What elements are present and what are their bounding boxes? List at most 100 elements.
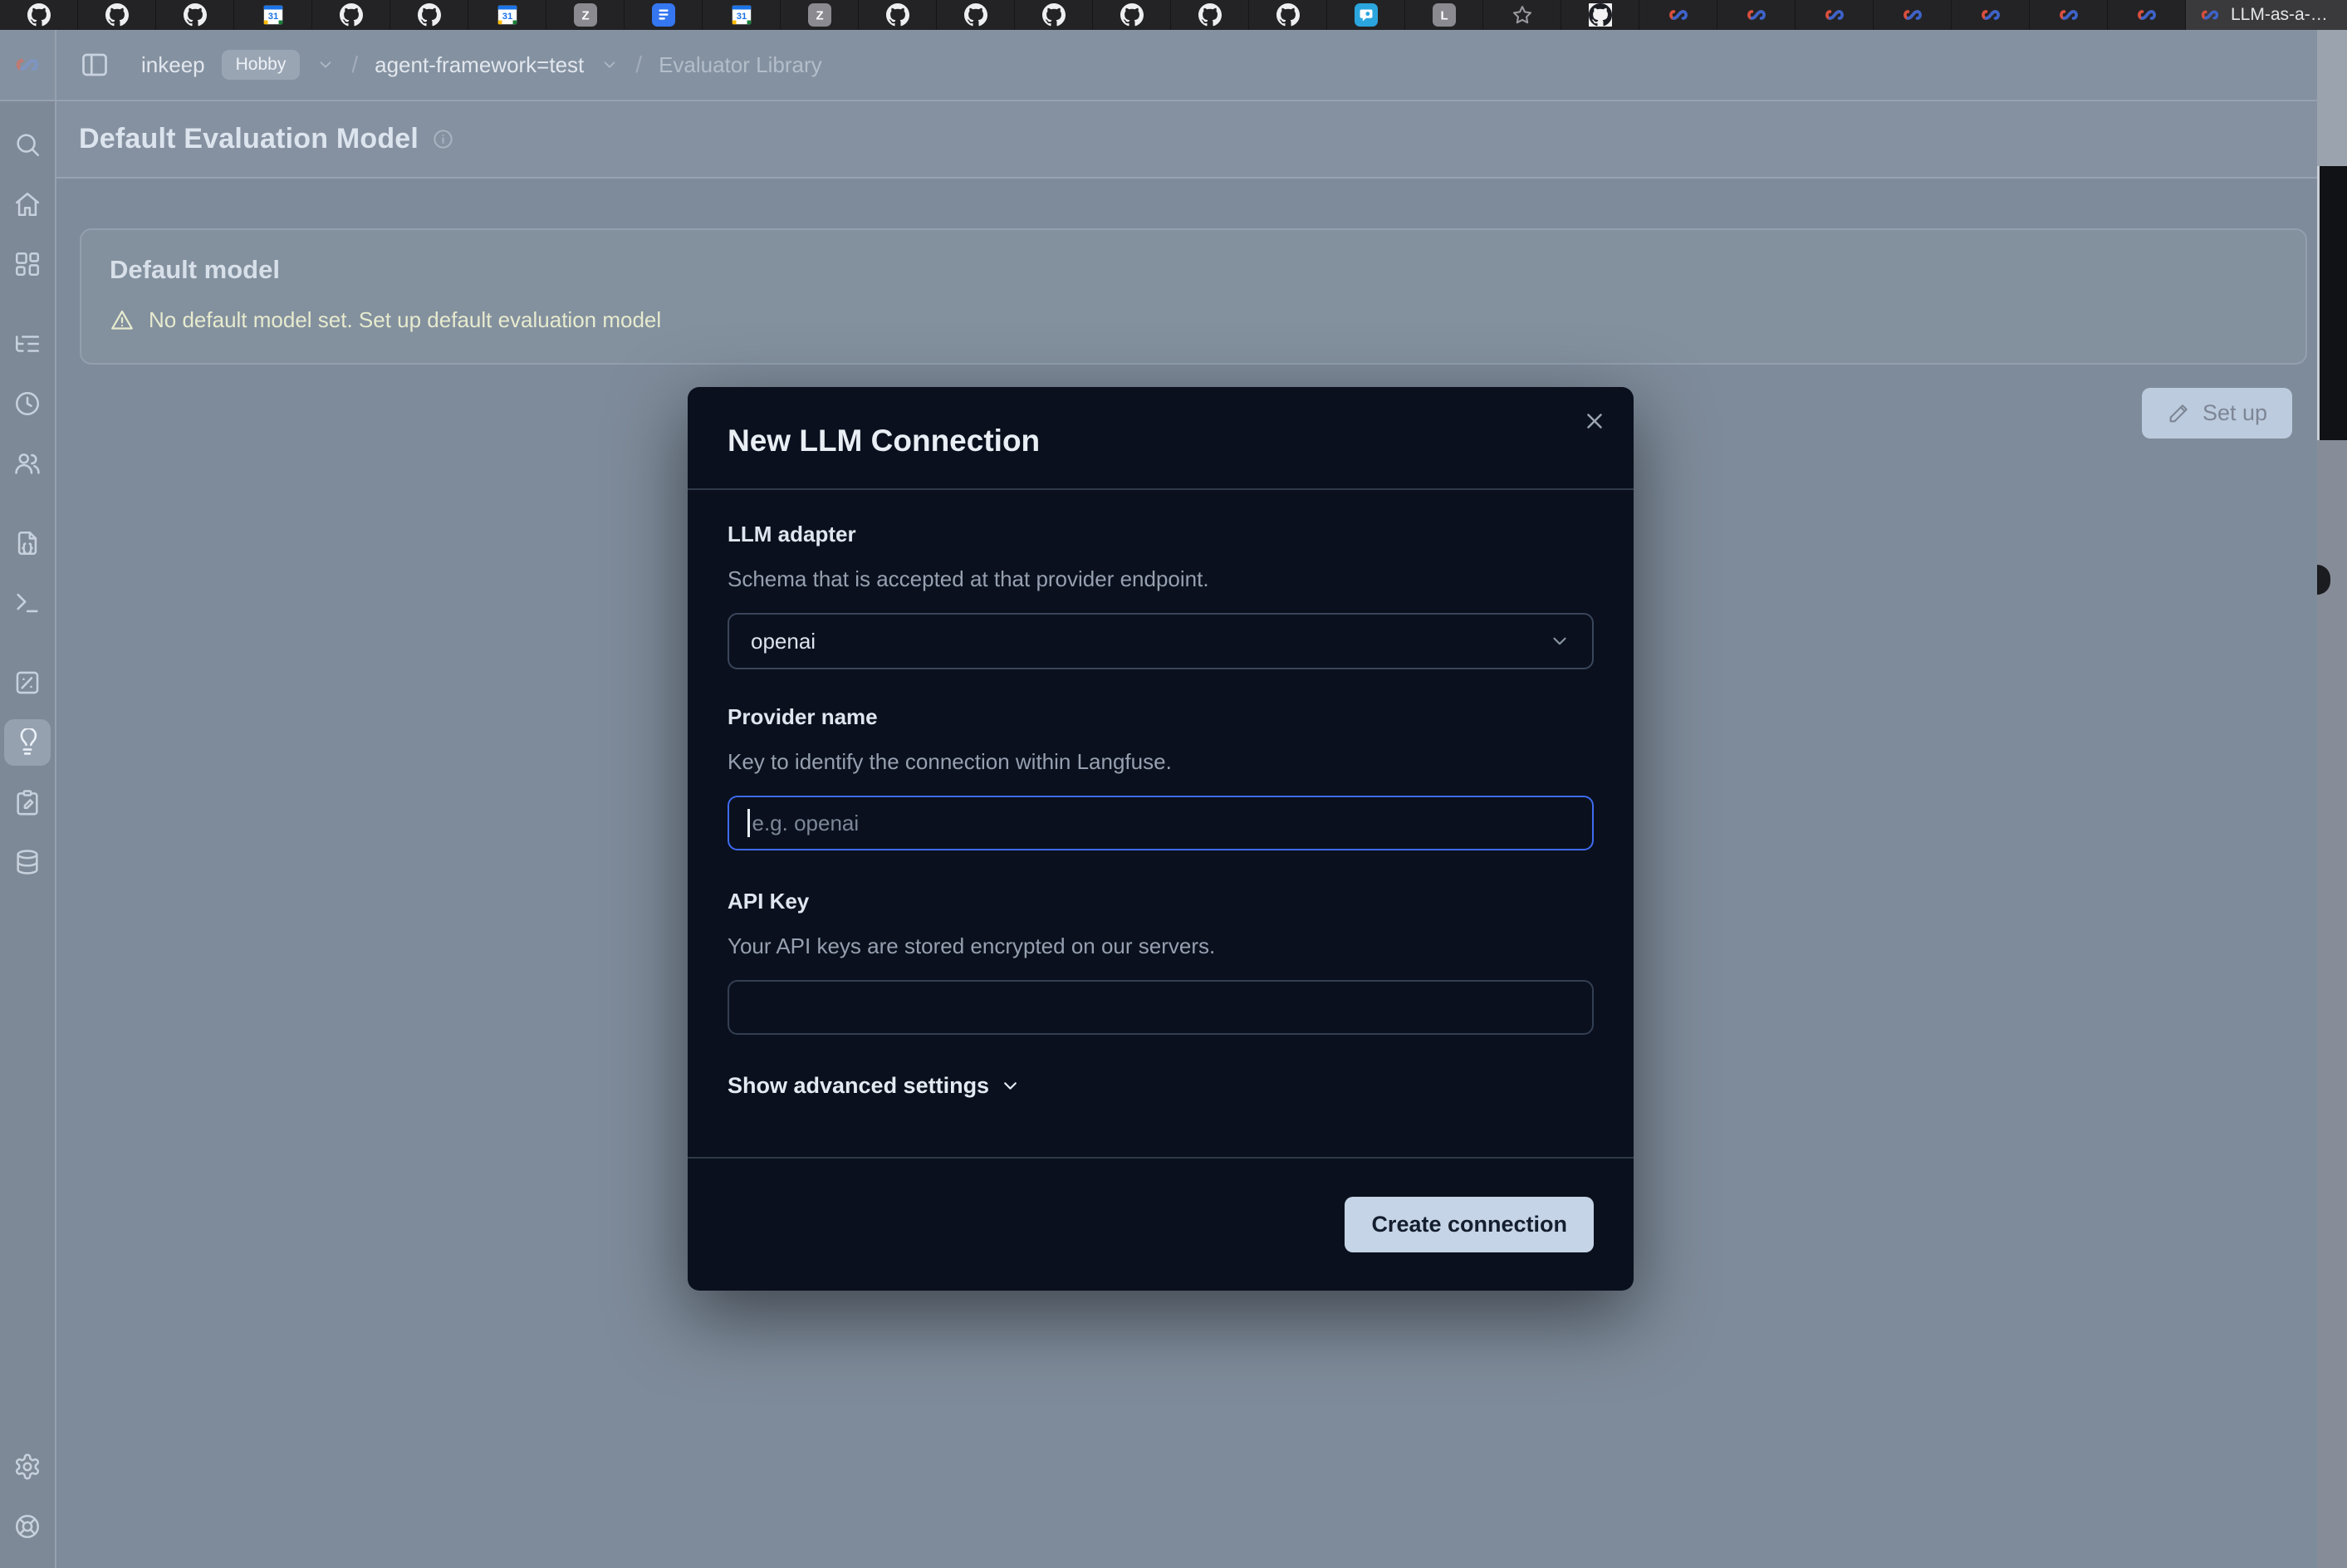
set-up-button[interactable]: Set up (2142, 388, 2292, 439)
sidebar-item-sessions[interactable] (4, 380, 51, 427)
browser-tab-star[interactable] (1483, 0, 1561, 30)
sidebar-item-prompts[interactable] (4, 520, 51, 566)
z-favicon: Z (808, 3, 831, 27)
browser-tab-github[interactable] (1093, 0, 1171, 30)
evaluators-icon (13, 728, 42, 757)
browser-tab-github[interactable] (937, 0, 1015, 30)
breadcrumb-separator: / (635, 51, 642, 78)
github-light-favicon (1589, 3, 1612, 27)
browser-tab-langfuse[interactable] (1952, 0, 2030, 30)
browser-tab-github[interactable] (312, 0, 390, 30)
provider-name-placeholder: e.g. openai (752, 811, 860, 836)
browser-tab-langfuse[interactable] (1639, 0, 1717, 30)
app-header: inkeep Hobby / agent-framework=test / Ev… (0, 30, 2317, 101)
adapter-select[interactable]: openai (728, 613, 1594, 669)
github-favicon (964, 3, 987, 27)
sidebar-item-users[interactable] (4, 440, 51, 487)
create-connection-button[interactable]: Create connection (1345, 1197, 1594, 1252)
langfuse-favicon (2135, 3, 2158, 27)
browser-tab-gcal[interactable]: 31 (703, 0, 781, 30)
search-icon (13, 130, 42, 159)
browser-tab-bar: 31 31 Z 31 Z L LLM-as-a-… (0, 0, 2347, 30)
sidebar-item-support[interactable] (4, 1503, 51, 1550)
text-cursor (747, 809, 750, 837)
browser-tab-github[interactable] (1171, 0, 1249, 30)
browser-tab-langfuse[interactable] (2030, 0, 2108, 30)
langfuse-logo (0, 30, 56, 100)
browser-tab-langfuse[interactable] (1796, 0, 1874, 30)
breadcrumb-project[interactable]: agent-framework=test (375, 52, 584, 78)
sidebar-item-evaluators[interactable] (4, 719, 51, 766)
github-favicon (340, 3, 363, 27)
browser-tab-l[interactable]: L (1405, 0, 1483, 30)
browser-tab-docs[interactable] (625, 0, 703, 30)
browser-tab-active[interactable]: LLM-as-a-… (2186, 0, 2347, 30)
sidebar-item-playground[interactable] (4, 580, 51, 626)
chevron-down-icon (1000, 1076, 1021, 1096)
browser-tab-github[interactable] (390, 0, 468, 30)
chat-favicon (1355, 3, 1378, 27)
support-icon (13, 1512, 42, 1541)
github-favicon (418, 3, 441, 27)
browser-tab-gcal[interactable]: 31 (468, 0, 546, 30)
adapter-description: Schema that is accepted at that provider… (728, 566, 1594, 592)
sidebar-item-annotation-queues[interactable] (4, 779, 51, 826)
sidebar-item-home[interactable] (4, 181, 51, 228)
github-favicon (184, 3, 207, 27)
browser-tab-github-light[interactable] (1561, 0, 1639, 30)
sidebar-item-search[interactable] (4, 121, 51, 168)
default-model-card: Default model No default model set. Set … (80, 228, 2307, 365)
github-favicon (27, 3, 51, 27)
sidebar-nav (0, 101, 56, 1568)
browser-tab-github[interactable] (859, 0, 937, 30)
sidebar-item-datasets[interactable] (4, 839, 51, 885)
chevron-down-icon[interactable] (316, 56, 335, 74)
chevron-down-icon[interactable] (600, 56, 619, 74)
page-title-band: Default Evaluation Model (56, 101, 2317, 179)
browser-tab-github[interactable] (0, 0, 78, 30)
breadcrumb-separator: / (351, 51, 358, 78)
svg-text:L: L (1440, 9, 1448, 23)
browser-tab-gcal[interactable]: 31 (234, 0, 312, 30)
close-icon[interactable] (1582, 409, 1607, 434)
modal-body: LLM adapter Schema that is accepted at t… (688, 490, 1634, 1157)
browser-tab-langfuse[interactable] (1874, 0, 1952, 30)
breadcrumb-org[interactable]: inkeep (141, 52, 205, 78)
prompts-icon (13, 529, 42, 557)
provider-name-input[interactable]: e.g. openai (728, 796, 1594, 850)
sidebar-item-tracing[interactable] (4, 321, 51, 367)
svg-text:31: 31 (502, 12, 512, 22)
sidebar-toggle-button[interactable] (80, 50, 110, 80)
langfuse-favicon (1745, 3, 1768, 27)
browser-tab-github[interactable] (78, 0, 156, 30)
svg-text:Z: Z (816, 9, 823, 23)
langfuse-favicon (1901, 3, 1924, 27)
pinned-tabs: 31 31 Z 31 Z L (0, 0, 2186, 30)
provider-name-description: Key to identify the connection within La… (728, 749, 1594, 775)
browser-tab-github[interactable] (1249, 0, 1327, 30)
active-tab-title: LLM-as-a-… (2231, 5, 2328, 25)
chevron-down-icon (1549, 630, 1570, 652)
browser-tab-langfuse[interactable] (1717, 0, 1796, 30)
sidebar-item-settings[interactable] (4, 1443, 51, 1490)
users-icon (13, 449, 42, 478)
browser-tab-z[interactable]: Z (781, 0, 859, 30)
browser-tab-chat[interactable] (1327, 0, 1405, 30)
modal-header: New LLM Connection (688, 387, 1634, 490)
warning-text: No default model set. Set up default eva… (149, 307, 661, 333)
browser-tab-github[interactable] (156, 0, 234, 30)
browser-tab-z[interactable]: Z (546, 0, 625, 30)
sidebar-item-scores[interactable] (4, 659, 51, 706)
z-favicon: Z (574, 3, 597, 27)
browser-tab-github[interactable] (1015, 0, 1093, 30)
github-favicon (886, 3, 909, 27)
settings-icon (13, 1453, 42, 1481)
gcal-favicon: 31 (496, 3, 519, 27)
browser-tab-langfuse[interactable] (2108, 0, 2186, 30)
github-favicon (105, 3, 129, 27)
sidebar-item-dashboards[interactable] (4, 241, 51, 287)
show-advanced-settings-toggle[interactable]: Show advanced settings (728, 1073, 1594, 1099)
api-key-input[interactable] (728, 980, 1594, 1035)
info-icon[interactable] (432, 128, 454, 150)
github-favicon (1198, 3, 1222, 27)
